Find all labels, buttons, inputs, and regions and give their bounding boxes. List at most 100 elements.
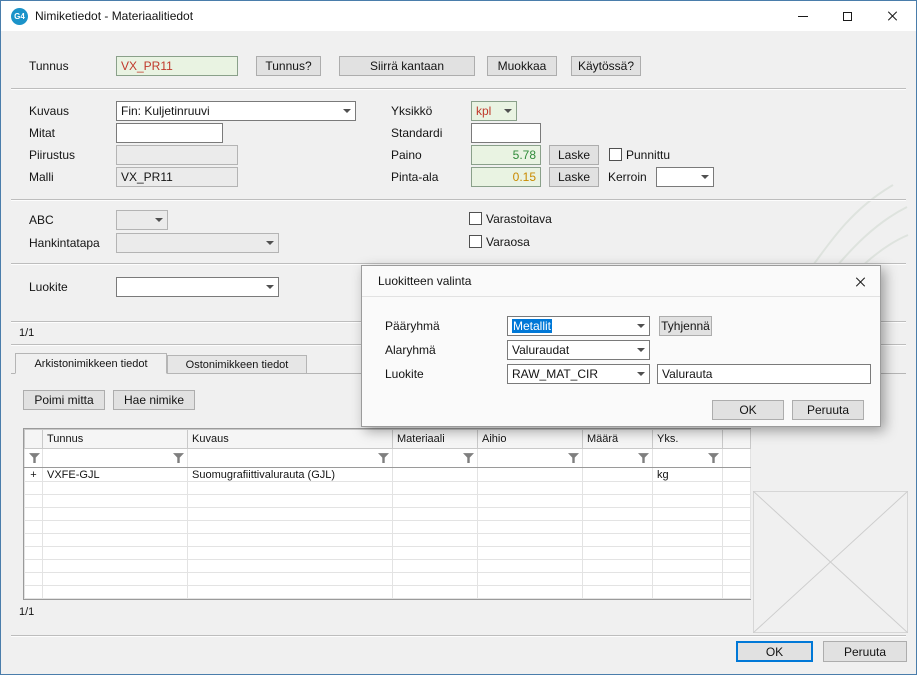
filter-cell-materiaali[interactable] [393,449,478,468]
separator [11,88,906,90]
laske-pinta-ala-button[interactable]: Laske [549,167,599,187]
separator [11,199,906,201]
grid-empty-row [25,560,751,573]
separator [11,635,906,637]
filter-cell-kuvaus[interactable] [188,449,393,468]
kaytossa-button[interactable]: Käytössä? [571,56,641,76]
grid-filter-row [25,449,751,468]
cell-maara[interactable] [583,468,653,482]
filter-icon [708,453,719,463]
piirustus-input[interactable] [116,145,238,165]
dialog-peruuta-button[interactable]: Peruuta [792,400,864,420]
window-controls [780,1,915,31]
paino-input[interactable] [471,145,541,165]
dialog-close-button[interactable] [852,274,868,290]
close-icon [887,10,899,22]
filter-cell-maara[interactable] [583,449,653,468]
tab-arkistonimikkeen-tiedot[interactable]: Arkistonimikkeen tiedot [15,353,167,374]
grid-col-kuvaus[interactable]: Kuvaus [188,430,393,449]
yksikko-label: Yksikkö [391,104,432,118]
dialog-luokite-select[interactable]: RAW_MAT_CIR [507,364,650,384]
tab-ostonimikkeen-tiedot[interactable]: Ostonimikkeen tiedot [167,355,307,373]
hae-nimike-button[interactable]: Hae nimike [113,390,195,410]
grid-col-tunnus[interactable]: Tunnus [43,430,188,449]
malli-input[interactable] [116,167,238,187]
filter-cell-tunnus[interactable] [43,449,188,468]
chevron-down-icon [697,168,713,186]
pinta-ala-input[interactable] [471,167,541,187]
dialog-luokite-text-input[interactable] [657,364,871,384]
tunnus-input[interactable] [116,56,238,76]
cell-yks[interactable]: kg [653,468,723,482]
abc-select[interactable] [116,210,168,230]
filter-cell-yks[interactable] [653,449,723,468]
main-window: G4 Nimiketiedot - Materiaalitiedot Tunnu… [0,0,917,675]
maximize-button[interactable] [825,1,870,31]
grid-col-yks[interactable]: Yks. [653,430,723,449]
kerroin-select[interactable] [656,167,714,187]
luokite-select[interactable] [116,277,279,297]
hankintatapa-select[interactable] [116,233,279,253]
filter-icon [378,453,389,463]
grid-empty-row [25,547,751,560]
grid-data-row[interactable]: + VXFE-GJL Suomugrafiittivalurauta (GJL)… [25,468,751,482]
pinta-ala-label: Pinta-ala [391,170,438,184]
dialog-ok-button[interactable]: OK [712,400,784,420]
grid-col-filler [723,430,751,449]
grid-empty-row [25,521,751,534]
dialog-luokite-label: Luokite [385,367,424,381]
standardi-input[interactable] [471,123,541,143]
close-icon [854,276,866,288]
grid-empty-row [25,534,751,547]
tunnus-query-button[interactable]: Tunnus? [256,56,321,76]
laske-paino-button[interactable]: Laske [549,145,599,165]
chevron-down-icon [151,211,167,229]
ok-button[interactable]: OK [736,641,813,662]
grid-pager: 1/1 [19,606,34,618]
chevron-down-icon [339,102,355,120]
punnittu-checkbox[interactable] [609,148,622,161]
yksikko-select[interactable]: kpl [471,101,517,121]
kuvaus-select[interactable]: Fin: Kuljetinruuvi [116,101,356,121]
filter-cell-selector[interactable] [25,449,43,468]
minimize-button[interactable] [780,1,825,31]
cell-aihio[interactable] [478,468,583,482]
row-expand-marker[interactable]: + [25,468,43,482]
paaryhma-select[interactable]: Metallit [507,316,650,336]
varastoitava-checkbox[interactable] [469,212,482,225]
chevron-down-icon [633,317,649,335]
grid-empty-row [25,482,751,495]
tyhjenna-button[interactable]: Tyhjennä [659,316,712,336]
chevron-down-icon [262,278,278,296]
filter-icon [638,453,649,463]
filter-icon [568,453,579,463]
titlebar[interactable]: G4 Nimiketiedot - Materiaalitiedot [1,1,916,31]
client-area: Tunnus Tunnus? Siirrä kantaan Muokkaa Kä… [1,31,916,674]
siirra-kantaan-button[interactable]: Siirrä kantaan [339,56,475,76]
filter-icon [463,453,474,463]
poimi-mitta-button[interactable]: Poimi mitta [23,390,105,410]
filter-cell-aihio[interactable] [478,449,583,468]
mitat-input[interactable] [116,123,223,143]
filter-cell-filler [723,449,751,468]
grid-empty-row [25,573,751,586]
grid-col-maara[interactable]: Määrä [583,430,653,449]
alaryhma-select[interactable]: Valuraudat [507,340,650,360]
peruuta-button[interactable]: Peruuta [823,641,907,662]
dialog-luokite-value: RAW_MAT_CIR [512,367,632,381]
window-title: Nimiketiedot - Materiaalitiedot [35,9,193,23]
grid-col-aihio[interactable]: Aihio [478,430,583,449]
muokkaa-button[interactable]: Muokkaa [487,56,557,76]
cell-materiaali[interactable] [393,468,478,482]
paaryhma-label: Pääryhmä [385,319,440,333]
cell-kuvaus[interactable]: Suomugrafiittivalurauta (GJL) [188,468,393,482]
kuvaus-label: Kuvaus [29,104,69,118]
grid-empty-row [25,508,751,521]
varastoitava-label: Varastoitava [486,212,552,226]
varaosa-checkbox[interactable] [469,235,482,248]
cell-tunnus[interactable]: VXFE-GJL [43,468,188,482]
grid-empty-row [25,586,751,599]
dialog-title: Luokitteen valinta [378,274,471,288]
close-button[interactable] [870,1,915,31]
grid-col-materiaali[interactable]: Materiaali [393,430,478,449]
